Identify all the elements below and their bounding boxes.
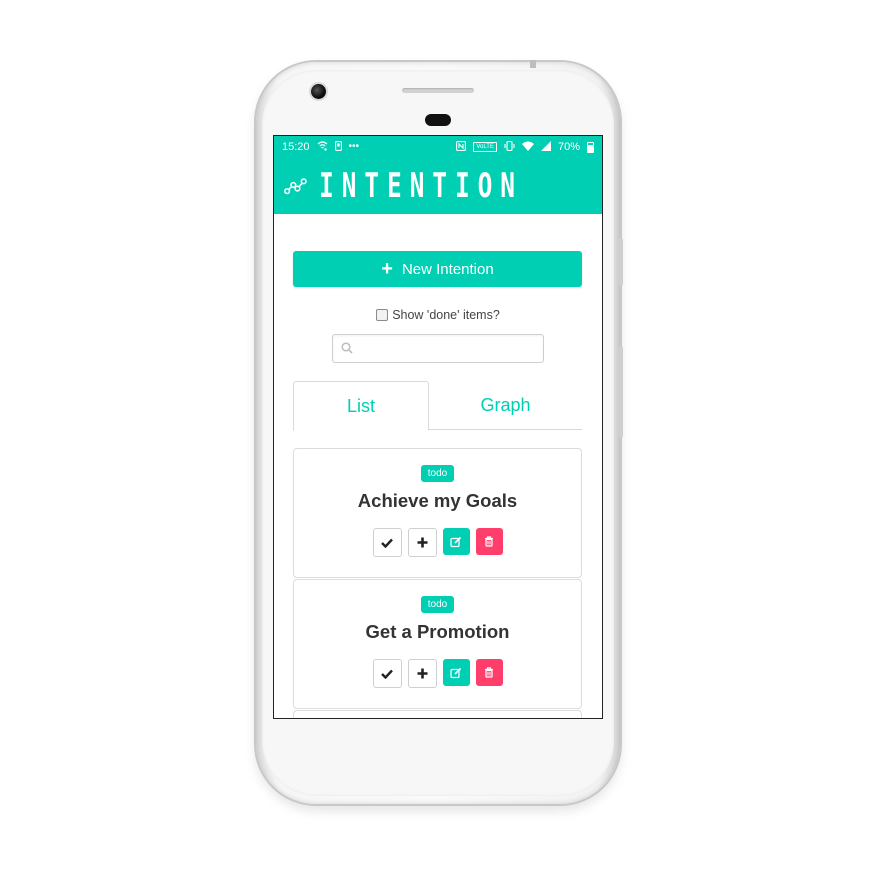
battery-percent: 70% (557, 141, 580, 153)
earpiece-speaker (402, 88, 474, 93)
intention-card: todo Get a Promotion (293, 579, 582, 709)
status-badge: todo (420, 465, 455, 482)
volte-badge: VoLTE (473, 142, 497, 152)
check-icon (381, 669, 393, 679)
intention-card: todo Achieve my Goals (293, 448, 582, 578)
delete-button[interactable] (475, 528, 503, 555)
intention-card-partial (293, 710, 582, 718)
wifi-icon (521, 141, 534, 154)
phone-notification-icon (334, 140, 342, 154)
antenna-line (530, 60, 536, 68)
new-intention-label: New Intention (401, 260, 494, 278)
card-actions (372, 659, 503, 688)
status-time: 15:20 (282, 141, 310, 153)
plus-icon (417, 668, 427, 679)
status-bar: 15:20 ••• VoLTE 70% (274, 136, 602, 158)
front-camera (311, 84, 326, 99)
trash-icon (485, 536, 493, 547)
add-sub-intention-button[interactable] (407, 659, 437, 688)
delete-button[interactable] (475, 659, 503, 686)
new-intention-button[interactable]: + New Intention (293, 251, 582, 287)
show-done-checkbox[interactable] (376, 309, 389, 321)
intention-title: Get a Promotion (365, 621, 510, 642)
power-button (618, 238, 623, 286)
phone-screen: 15:20 ••• VoLTE 70% INTENTION + New Inte… (273, 135, 603, 719)
mark-done-button[interactable] (372, 659, 402, 688)
app-header: INTENTION (274, 158, 602, 214)
connected-nodes-icon (284, 178, 307, 195)
edit-icon (450, 536, 462, 547)
show-done-label[interactable]: Show 'done' items? (392, 308, 500, 322)
intention-title: Achieve my Goals (357, 490, 518, 511)
battery-icon (587, 141, 594, 153)
search-input[interactable] (361, 335, 541, 362)
plus-icon: + (381, 258, 393, 280)
edit-button[interactable] (442, 528, 470, 555)
wifi-notification-icon (317, 140, 328, 154)
plus-icon (417, 537, 427, 548)
nfc-icon (456, 140, 467, 154)
signal-icon (540, 140, 551, 154)
edit-button[interactable] (442, 659, 470, 686)
search-box (332, 334, 544, 363)
mark-done-button[interactable] (372, 528, 402, 557)
search-icon (341, 342, 353, 354)
view-tabs: List Graph (293, 381, 582, 431)
trash-icon (485, 667, 493, 678)
more-notifications-icon: ••• (348, 141, 360, 152)
show-done-toggle: Show 'done' items? (293, 308, 583, 322)
proximity-sensor (425, 114, 451, 126)
card-actions (372, 528, 503, 557)
edit-icon (450, 667, 462, 678)
status-badge: todo (420, 596, 455, 613)
main-content: + New Intention Show 'done' items? List … (274, 214, 602, 718)
tab-graph[interactable]: Graph (429, 381, 582, 429)
check-icon (381, 538, 393, 548)
intention-list: todo Achieve my Goals todo Get a Promoti… (293, 448, 583, 718)
tab-list[interactable]: List (293, 381, 430, 431)
app-title: INTENTION (318, 166, 523, 206)
vibrate-icon (504, 140, 515, 154)
add-sub-intention-button[interactable] (407, 528, 437, 557)
volume-button (618, 346, 623, 438)
